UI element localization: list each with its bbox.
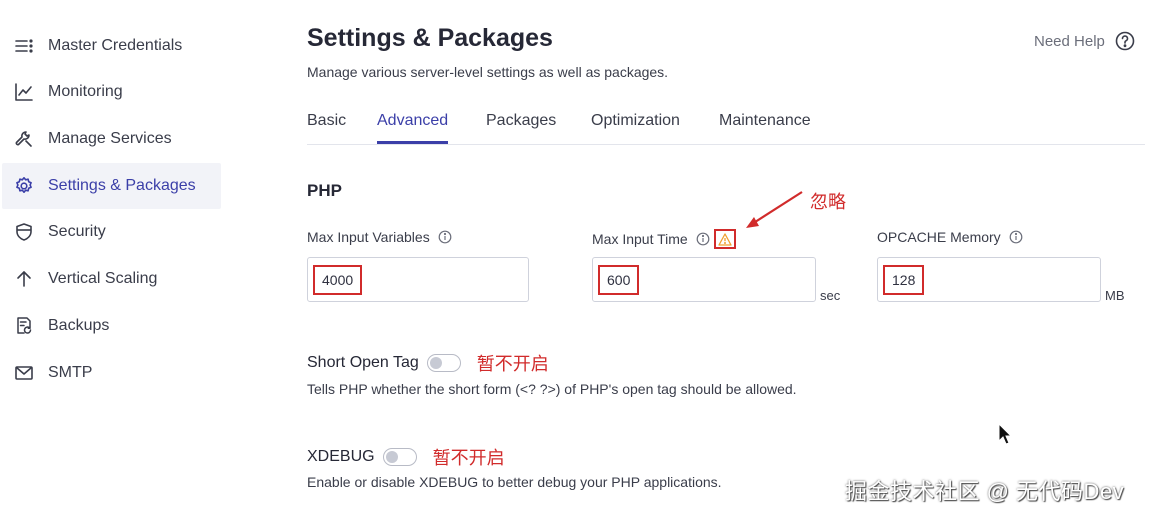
short-open-tag-toggle[interactable] [426,354,461,372]
max-input-variables-input[interactable]: 4000 [307,257,529,302]
sidebar-item-monitoring[interactable]: Monitoring [2,69,221,115]
short-open-tag-label: Short Open Tag [307,354,419,371]
sidebar-item-smtp[interactable]: SMTP [2,350,221,396]
tab-packages[interactable]: Packages [486,112,556,143]
arrow-up-icon [12,267,36,291]
xdebug-row: XDEBUG 暂不开启 [307,444,505,470]
field-label-max-input-time: Max Input Time [592,229,736,249]
field-label-text: OPCACHE Memory [877,229,1001,245]
field-label-max-input-variables: Max Input Variables [307,229,452,245]
sidebar-item-vertical-scaling[interactable]: Vertical Scaling [2,256,221,302]
gear-icon [12,174,36,198]
page-title: Settings & Packages [307,24,553,52]
field-label-text: Max Input Variables [307,229,430,245]
sidebar-item-label: Security [48,223,106,240]
chart-line-icon [12,80,36,104]
sidebar-item-label: SMTP [48,364,93,381]
info-icon[interactable] [438,230,452,244]
list-icon [12,34,36,58]
annotation-arrow [746,191,803,228]
unit-mb: MB [1105,288,1125,303]
sidebar-item-security[interactable]: Security [2,209,221,255]
field-label-opcache-memory: OPCACHE Memory [877,229,1023,245]
sidebar-item-manage-services[interactable]: Manage Services [2,116,221,162]
xdebug-label: XDEBUG [307,448,375,465]
toggle-knob [429,357,442,369]
section-title-php: PHP [307,181,342,200]
max-input-time-input[interactable]: 600 [592,257,816,302]
tab-maintenance[interactable]: Maintenance [719,112,811,143]
mail-icon [12,361,36,385]
toggle-knob [385,451,398,463]
need-help-label: Need Help [1034,32,1105,50]
info-icon[interactable] [696,232,710,246]
sidebar-item-label: Vertical Scaling [48,270,158,287]
tab-optimization[interactable]: Optimization [591,112,680,143]
backup-icon [12,314,36,338]
mouse-cursor-icon [998,423,1012,445]
max-input-variables-value: 4000 [313,265,363,295]
sidebar-item-label: Monitoring [48,83,123,100]
sidebar-item-label: Backups [48,317,110,334]
short-open-tag-description: Tells PHP whether the short form (<? ?>)… [307,381,797,397]
need-help-button[interactable]: Need Help [1034,31,1135,51]
max-input-time-value: 600 [598,265,640,295]
question-circle-icon [1115,31,1135,51]
opcache-memory-value: 128 [883,265,925,295]
xdebug-description: Enable or disable XDEBUG to better debug… [307,474,722,490]
page-subtitle: Manage various server-level settings as … [307,64,669,80]
wrench-icon [12,127,36,151]
tab-basic[interactable]: Basic [307,112,346,143]
opcache-memory-input[interactable]: 128 [877,257,1101,302]
short-open-tag-row: Short Open Tag 暂不开启 [307,350,549,376]
sidebar-item-label: Settings & Packages [48,177,196,194]
sidebar-item-backups[interactable]: Backups [2,303,221,349]
xdebug-annotation: 暂不开启 [432,448,505,468]
info-icon[interactable] [1009,230,1023,244]
xdebug-toggle[interactable] [382,448,417,466]
sidebar-item-settings-packages[interactable]: Settings & Packages [2,163,221,209]
shield-icon [12,220,36,244]
annotation-ignore: 忽略 [810,192,846,212]
unit-sec: sec [820,288,841,303]
watermark: 掘金技术社区 @ 无代码Dev [845,479,1125,504]
sidebar-item-label: Manage Services [48,130,172,147]
warning-icon[interactable] [718,232,732,246]
short-open-tag-annotation: 暂不开启 [476,354,549,374]
sidebar-item-label: Master Credentials [48,37,183,54]
field-label-text: Max Input Time [592,231,688,247]
tab-bar: Basic Advanced Packages Optimization Mai… [307,112,1145,145]
tab-advanced[interactable]: Advanced [377,112,449,144]
warning-highlight [713,229,736,249]
sidebar-item-master-credentials[interactable]: Master Credentials [2,23,221,69]
